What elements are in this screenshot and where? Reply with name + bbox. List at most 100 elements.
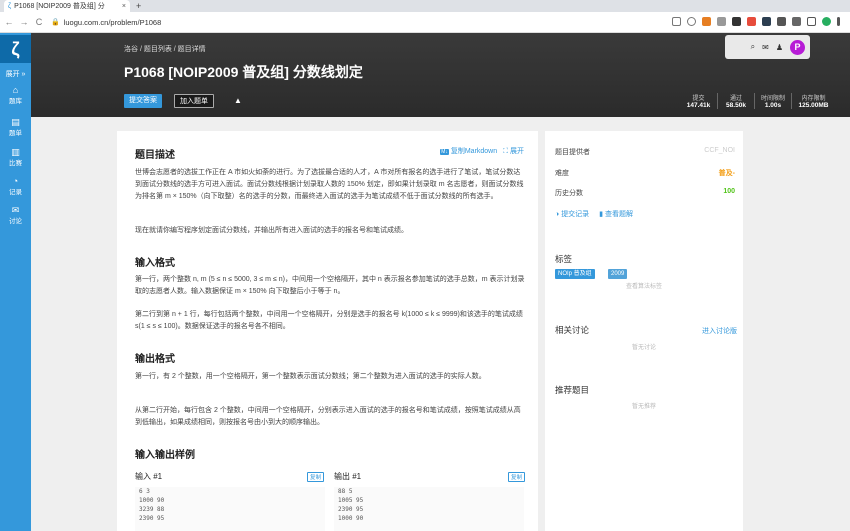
sidebar-item-record[interactable]: ◔ 记录 xyxy=(0,176,31,196)
samples-heading: 输入输出样例 xyxy=(135,450,195,461)
output-sample-label: 输出 #1 xyxy=(334,472,362,481)
tag-badge[interactable]: 2009 xyxy=(608,269,628,279)
url-field[interactable]: 🔒 luogu.com.cn/problem/P1068 xyxy=(51,15,611,30)
record-icon: ◔ xyxy=(12,176,19,186)
add-to-set-button[interactable]: 加入题单 xyxy=(174,94,214,108)
bell-icon[interactable]: ♟ xyxy=(776,43,783,52)
output-format-paragraph: 从第二行开始，每行包含 2 个整数，中间用一个空格隔开，分别表示进入面试的选手的… xyxy=(135,407,521,426)
submissions-icon: ◑ xyxy=(555,211,560,218)
menu-icon[interactable] xyxy=(837,17,840,26)
markdown-toolbar: M↓ 复制Markdown ⛶ 展开 xyxy=(440,146,524,156)
tab-close-icon[interactable]: × xyxy=(122,3,126,10)
input-sample-box[interactable]: 6 3 1000 90 3239 88 2390 95 xyxy=(135,487,325,531)
sidebar-item-label: 题单 xyxy=(9,130,22,137)
description-paragraph: 现在就请你编写程序划定面试分数线，并输出所有进入面试的选手的报名号和笔试成绩。 xyxy=(135,227,408,234)
extension-toolbar xyxy=(672,17,840,26)
solutions-link-label: 查看题解 xyxy=(605,211,633,218)
output-format-heading: 输出格式 xyxy=(135,354,175,365)
sidebar-item-discuss[interactable]: ✉ 讨论 xyxy=(0,205,31,225)
sidebar-item-label: 记录 xyxy=(9,189,22,196)
difficulty-value: 普及- xyxy=(718,170,735,177)
forward-button[interactable]: → xyxy=(18,17,30,27)
problem-stats: 提交 147.41k 通过 58.50k 时间限制 1.00s 内存限制 125… xyxy=(680,93,835,109)
sidebar-item-label: 讨论 xyxy=(9,218,22,225)
submissions-link-label: 提交记录 xyxy=(561,211,590,218)
browser-addressbar: ← → C 🔒 luogu.com.cn/problem/P1068 xyxy=(0,12,850,33)
star-icon[interactable] xyxy=(687,17,696,26)
tag-badge[interactable]: NOIp 普及组 xyxy=(555,269,595,279)
reload-button[interactable]: C xyxy=(33,17,45,27)
tab-favicon-icon: ζ xyxy=(8,2,12,10)
difficulty-label: 难度 xyxy=(555,170,569,177)
extension-icon[interactable] xyxy=(717,17,726,26)
mouse-cursor-icon: ▲ xyxy=(234,96,242,105)
solutions-link[interactable]: ▮ 查看题解 xyxy=(599,209,633,219)
description-heading: 题目描述 xyxy=(135,150,175,161)
tags-hint[interactable]: 查看算法标签 xyxy=(545,281,743,290)
breadcrumb[interactable]: 洛谷 / 题目列表 / 题目详情 xyxy=(124,44,206,54)
description-paragraph: 世博会志愿者的选拔工作正在 A 市如火如荼的进行。为了选拔最合适的人才，A 市对… xyxy=(135,169,524,200)
luogu-logo-icon[interactable]: ζ xyxy=(0,35,31,63)
sample-line: 6 3 xyxy=(139,488,150,495)
extension-icon[interactable] xyxy=(747,17,756,26)
extension-icon[interactable] xyxy=(732,17,741,26)
stat-value: 147.41k xyxy=(686,102,711,109)
stat-value: 1.00s xyxy=(764,102,782,109)
lock-icon: 🔒 xyxy=(51,19,60,26)
expand-button[interactable]: ⛶ 展开 xyxy=(503,146,524,156)
history-score-value: 100 xyxy=(723,188,735,195)
contest-icon: ▥ xyxy=(11,147,20,157)
copy-output-button[interactable]: 复制 xyxy=(508,472,526,482)
problems-icon: ⌂ xyxy=(12,85,19,95)
provider-label: 题目提供者 xyxy=(555,149,590,156)
profile-icon[interactable] xyxy=(822,17,831,26)
url-text: luogu.com.cn/problem/P1068 xyxy=(63,17,162,27)
sidebar-item-problems[interactable]: ⌂ 题库 xyxy=(0,85,31,105)
new-tab-button[interactable]: + xyxy=(136,0,141,12)
history-score-row: 历史分数 100 xyxy=(555,188,735,198)
submit-answer-button[interactable]: 提交答案 xyxy=(124,94,162,108)
tags-heading: 标签 xyxy=(555,254,573,264)
sidebar-item-contest[interactable]: ▥ 比赛 xyxy=(0,147,31,167)
sample-line: 1005 95 xyxy=(338,497,364,504)
browser-tab[interactable]: ζ P1068 [NOIP2009 普及组] 分 × xyxy=(4,0,130,12)
input-format-paragraph: 第二行到第 n + 1 行，每行包括两个整数，中间用一个空格隔开，分别是选手的报… xyxy=(135,311,523,330)
share-icon[interactable] xyxy=(672,17,681,26)
page-title: P1068 [NOIP2009 普及组] 分数线划定 xyxy=(124,64,363,80)
mail-icon[interactable]: ✉ xyxy=(762,43,769,52)
submissions-link[interactable]: ◑ 提交记录 xyxy=(555,209,589,219)
copy-markdown-button[interactable]: M↓ 复制Markdown xyxy=(440,146,497,156)
sidebar-item-training[interactable]: ▤ 题单 xyxy=(0,117,31,137)
sidebar-toggle-icon[interactable] xyxy=(807,17,816,26)
provider-value[interactable]: CCF_NOI xyxy=(704,147,735,157)
puzzle-icon[interactable] xyxy=(792,17,801,26)
provider-row: 题目提供者 CCF_NOI xyxy=(555,147,735,157)
browser-tabbar: ζ P1068 [NOIP2009 普及组] 分 × + xyxy=(0,0,850,12)
back-button[interactable]: ← xyxy=(3,17,15,27)
history-score-label: 历史分数 xyxy=(555,190,583,197)
discuss-empty: 暂无讨论 xyxy=(631,345,656,351)
extension-icon[interactable] xyxy=(702,17,711,26)
problem-header: 洛谷 / 题目列表 / 题目详情 P1068 [NOIP2009 普及组] 分数… xyxy=(31,33,850,117)
sample-line: 1000 90 xyxy=(338,515,364,522)
search-icon[interactable]: ⌕ xyxy=(751,42,755,52)
stat-value: 125.00MB xyxy=(798,102,829,109)
output-format-paragraph: 第一行，有 2 个整数，用一个空格隔开，第一个整数表示面试分数线；第二个整数为进… xyxy=(135,373,486,380)
sample-line: 88 5 xyxy=(338,488,353,495)
avatar[interactable]: P xyxy=(790,39,805,55)
stat-memory-limit: 内存限制 125.00MB xyxy=(791,93,835,109)
sample-line: 2390 95 xyxy=(338,506,364,513)
enter-discussion-link[interactable]: 进入讨论版 xyxy=(702,326,737,336)
sample-line: 1000 90 xyxy=(139,497,165,504)
extension-icon[interactable] xyxy=(762,17,771,26)
output-sample-box[interactable]: 88 5 1005 95 2390 95 1000 90 xyxy=(334,487,524,531)
stat-label: 内存限制 xyxy=(801,96,826,102)
expand-icon: ⛶ xyxy=(503,148,509,155)
sidebar-item-label: 比赛 xyxy=(9,160,22,167)
sidebar-expand-button[interactable]: 展开 » xyxy=(0,69,31,79)
discuss-icon: ✉ xyxy=(11,205,20,215)
copy-input-button[interactable]: 复制 xyxy=(307,472,325,482)
recommend-heading: 推荐题目 xyxy=(555,385,590,395)
expand-label: 展开 xyxy=(510,148,524,155)
extension-icon[interactable] xyxy=(777,17,786,26)
